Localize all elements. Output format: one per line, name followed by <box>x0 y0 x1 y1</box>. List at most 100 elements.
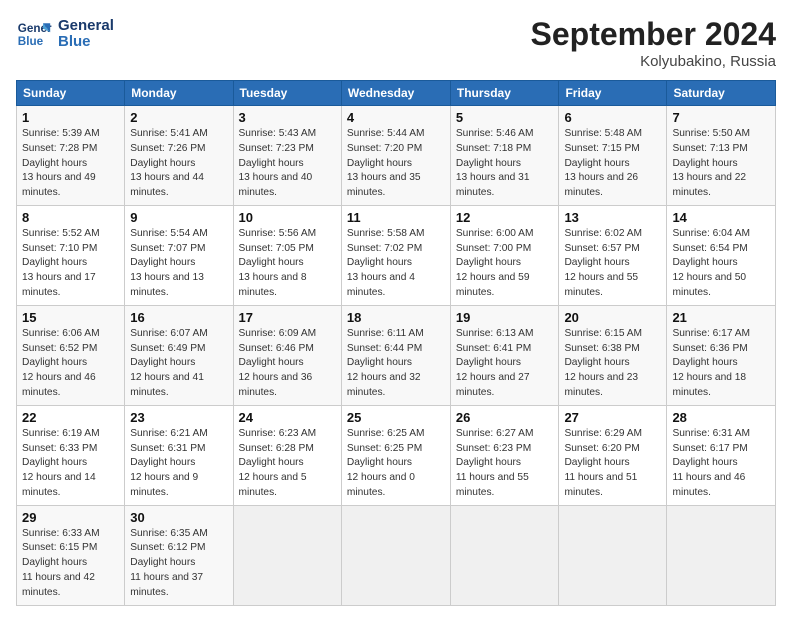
day-number: 9 <box>130 210 227 225</box>
calendar-cell: 12 Sunrise: 6:00 AMSunset: 7:00 PMDayligh… <box>450 205 559 305</box>
calendar-week-4: 22 Sunrise: 6:19 AMSunset: 6:33 PMDayligh… <box>17 405 776 505</box>
day-number: 26 <box>456 410 554 425</box>
day-detail: Sunrise: 6:00 AMSunset: 7:00 PMDaylight … <box>456 227 554 301</box>
logo-general: General <box>58 18 114 35</box>
day-detail: Sunrise: 6:06 AMSunset: 6:52 PMDaylight … <box>22 327 119 401</box>
calendar-cell: 20Sunrise: 6:15 AMSunset: 6:38 PMDayligh… <box>559 305 667 405</box>
header-friday: Friday <box>559 81 667 106</box>
month-title: September 2024 <box>531 16 776 53</box>
calendar-cell: 10Sunrise: 5:56 AMSunset: 7:05 PMDayligh… <box>233 205 341 305</box>
calendar-week-5: 29Sunrise: 6:33 AMSunset: 6:15 PMDayligh… <box>17 505 776 605</box>
calendar-cell: 4 Sunrise: 5:44 AMSunset: 7:20 PMDaylight… <box>341 106 450 206</box>
day-detail: Sunrise: 5:58 AMSunset: 7:02 PMDaylight … <box>347 227 445 301</box>
day-number: 16 <box>130 310 227 325</box>
day-detail: Sunrise: 6:09 AMSunset: 6:46 PMDaylight … <box>239 327 336 401</box>
calendar-cell: 21 Sunrise: 6:17 AMSunset: 6:36 PMDayligh… <box>667 305 776 405</box>
day-number: 4 <box>347 110 445 125</box>
day-detail: Sunrise: 6:25 AMSunset: 6:25 PMDaylight … <box>347 427 445 501</box>
day-number: 8 <box>22 210 119 225</box>
calendar-cell: 23 Sunrise: 6:21 AMSunset: 6:31 PMDayligh… <box>125 405 233 505</box>
day-detail: Sunrise: 6:21 AMSunset: 6:31 PMDaylight … <box>130 427 227 501</box>
day-number: 23 <box>130 410 227 425</box>
day-detail: Sunrise: 6:19 AMSunset: 6:33 PMDaylight … <box>22 427 119 501</box>
day-number: 22 <box>22 410 119 425</box>
calendar-cell: 18 Sunrise: 6:11 AMSunset: 6:44 PMDayligh… <box>341 305 450 405</box>
day-detail: Sunrise: 5:56 AMSunset: 7:05 PMDaylight … <box>239 227 336 301</box>
calendar-cell: 7 Sunrise: 5:50 AMSunset: 7:13 PMDaylight… <box>667 106 776 206</box>
calendar-cell: 19 Sunrise: 6:13 AMSunset: 6:41 PMDayligh… <box>450 305 559 405</box>
calendar-header-row: Sunday Monday Tuesday Wednesday Thursday… <box>17 81 776 106</box>
day-detail: Sunrise: 6:04 AMSunset: 6:54 PMDaylight … <box>672 227 770 301</box>
calendar-cell: 24 Sunrise: 6:23 AMSunset: 6:28 PMDayligh… <box>233 405 341 505</box>
calendar-cell: 2 Sunrise: 5:41 AMSunset: 7:26 PMDaylight… <box>125 106 233 206</box>
day-detail: Sunrise: 6:11 AMSunset: 6:44 PMDaylight … <box>347 327 445 401</box>
calendar-cell: 3Sunrise: 5:43 AMSunset: 7:23 PMDaylight… <box>233 106 341 206</box>
day-detail: Sunrise: 5:44 AMSunset: 7:20 PMDaylight … <box>347 127 445 201</box>
calendar-cell <box>233 505 341 605</box>
calendar-cell <box>341 505 450 605</box>
day-detail: Sunrise: 5:48 AMSunset: 7:15 PMDaylight … <box>564 127 661 201</box>
day-number: 18 <box>347 310 445 325</box>
day-number: 24 <box>239 410 336 425</box>
day-detail: Sunrise: 5:41 AMSunset: 7:26 PMDaylight … <box>130 127 227 201</box>
calendar-cell: 13 Sunrise: 6:02 AMSunset: 6:57 PMDayligh… <box>559 205 667 305</box>
day-detail: Sunrise: 6:29 AMSunset: 6:20 PMDaylight … <box>564 427 661 501</box>
day-detail: Sunrise: 5:50 AMSunset: 7:13 PMDaylight … <box>672 127 770 201</box>
svg-text:Blue: Blue <box>18 35 44 48</box>
day-number: 1 <box>22 110 119 125</box>
calendar-cell: 25 Sunrise: 6:25 AMSunset: 6:25 PMDayligh… <box>341 405 450 505</box>
day-number: 7 <box>672 110 770 125</box>
calendar-cell <box>450 505 559 605</box>
calendar-cell: 22 Sunrise: 6:19 AMSunset: 6:33 PMDayligh… <box>17 405 125 505</box>
day-number: 13 <box>564 210 661 225</box>
calendar-cell: 26Sunrise: 6:27 AMSunset: 6:23 PMDayligh… <box>450 405 559 505</box>
day-number: 21 <box>672 310 770 325</box>
day-number: 11 <box>347 210 445 225</box>
calendar-cell <box>667 505 776 605</box>
calendar-week-1: 1 Sunrise: 5:39 AMSunset: 7:28 PMDaylight… <box>17 106 776 206</box>
day-number: 17 <box>239 310 336 325</box>
day-number: 20 <box>564 310 661 325</box>
day-detail: Sunrise: 6:07 AMSunset: 6:49 PMDaylight … <box>130 327 227 401</box>
calendar-cell: 27 Sunrise: 6:29 AMSunset: 6:20 PMDayligh… <box>559 405 667 505</box>
calendar-cell: 14Sunrise: 6:04 AMSunset: 6:54 PMDayligh… <box>667 205 776 305</box>
location: Kolyubakino, Russia <box>531 53 776 70</box>
calendar-cell: 6Sunrise: 5:48 AMSunset: 7:15 PMDaylight… <box>559 106 667 206</box>
calendar-week-2: 8 Sunrise: 5:52 AMSunset: 7:10 PMDaylight… <box>17 205 776 305</box>
header-wednesday: Wednesday <box>341 81 450 106</box>
calendar-cell: 5Sunrise: 5:46 AMSunset: 7:18 PMDaylight… <box>450 106 559 206</box>
calendar-cell: 11 Sunrise: 5:58 AMSunset: 7:02 PMDayligh… <box>341 205 450 305</box>
day-detail: Sunrise: 6:35 AMSunset: 6:12 PMDaylight … <box>130 527 227 601</box>
day-detail: Sunrise: 5:52 AMSunset: 7:10 PMDaylight … <box>22 227 119 301</box>
day-number: 27 <box>564 410 661 425</box>
title-block: September 2024 Kolyubakino, Russia <box>531 16 776 70</box>
day-detail: Sunrise: 6:17 AMSunset: 6:36 PMDaylight … <box>672 327 770 401</box>
calendar-week-3: 15 Sunrise: 6:06 AMSunset: 6:52 PMDayligh… <box>17 305 776 405</box>
logo-blue: Blue <box>58 34 114 51</box>
day-number: 3 <box>239 110 336 125</box>
day-number: 25 <box>347 410 445 425</box>
day-number: 2 <box>130 110 227 125</box>
logo: General Blue General Blue <box>16 16 114 52</box>
day-number: 28 <box>672 410 770 425</box>
day-number: 30 <box>130 510 227 525</box>
header-thursday: Thursday <box>450 81 559 106</box>
day-number: 29 <box>22 510 119 525</box>
logo-icon: General Blue <box>16 16 52 52</box>
day-detail: Sunrise: 6:31 AMSunset: 6:17 PMDaylight … <box>672 427 770 501</box>
calendar-cell: 16 Sunrise: 6:07 AMSunset: 6:49 PMDayligh… <box>125 305 233 405</box>
calendar-cell: 8 Sunrise: 5:52 AMSunset: 7:10 PMDaylight… <box>17 205 125 305</box>
day-number: 15 <box>22 310 119 325</box>
day-number: 19 <box>456 310 554 325</box>
day-detail: Sunrise: 6:23 AMSunset: 6:28 PMDaylight … <box>239 427 336 501</box>
day-number: 5 <box>456 110 554 125</box>
calendar-table: Sunday Monday Tuesday Wednesday Thursday… <box>16 80 776 606</box>
calendar-cell: 28 Sunrise: 6:31 AMSunset: 6:17 PMDayligh… <box>667 405 776 505</box>
calendar-cell: 9Sunrise: 5:54 AMSunset: 7:07 PMDaylight… <box>125 205 233 305</box>
day-detail: Sunrise: 6:02 AMSunset: 6:57 PMDaylight … <box>564 227 661 301</box>
day-detail: Sunrise: 6:13 AMSunset: 6:41 PMDaylight … <box>456 327 554 401</box>
page-header: General Blue General Blue September 2024… <box>16 16 776 70</box>
day-number: 12 <box>456 210 554 225</box>
day-detail: Sunrise: 5:39 AMSunset: 7:28 PMDaylight … <box>22 127 119 201</box>
calendar-cell: 15 Sunrise: 6:06 AMSunset: 6:52 PMDayligh… <box>17 305 125 405</box>
